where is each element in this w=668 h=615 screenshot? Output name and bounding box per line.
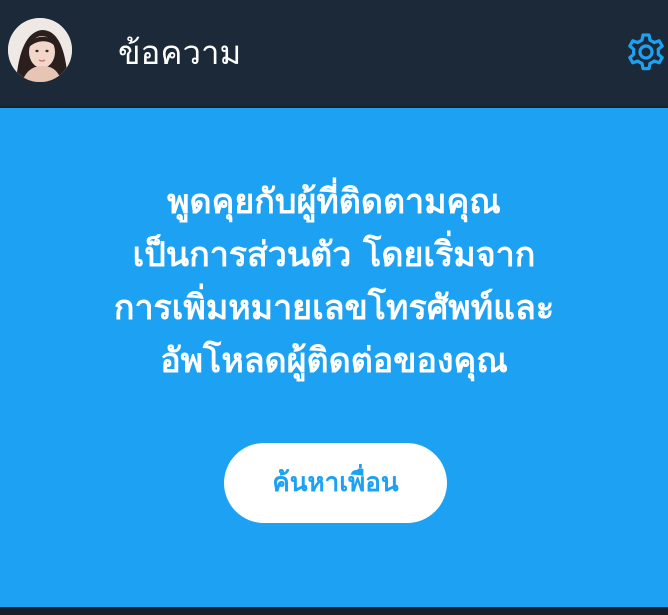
message-line: การเพิ่มหมายเลขโทรศัพท์และ <box>113 288 555 328</box>
message-line: พูดคุยกับผู้ที่ติดตามคุณ <box>167 182 501 222</box>
top-app-bar: ข้อความ <box>0 0 668 106</box>
page-title: ข้อความ <box>118 33 242 72</box>
message-line: เป็นการส่วนตัว โดยเริ่มจาก <box>132 235 536 275</box>
avatar-photo-icon <box>8 18 72 82</box>
empty-state-panel: พูดคุยกับผู้ที่ติดตามคุณ เป็นการส่วนตัว … <box>0 108 668 607</box>
bottom-strip <box>0 607 668 615</box>
settings-button[interactable] <box>624 30 668 74</box>
message-line: อัพโหลดผู้ติดต่อของคุณ <box>160 341 508 381</box>
gear-icon <box>628 33 664 71</box>
messages-screen: ข้อความ พูดคุยกับผู้ที่ติดตามคุณ เป็นการ… <box>0 0 668 615</box>
empty-state-message: พูดคุยกับผู้ที่ติดตามคุณ เป็นการส่วนตัว … <box>20 176 648 388</box>
find-friends-button[interactable]: ค้นหาเพื่อน <box>224 443 447 523</box>
profile-avatar[interactable] <box>8 18 72 82</box>
